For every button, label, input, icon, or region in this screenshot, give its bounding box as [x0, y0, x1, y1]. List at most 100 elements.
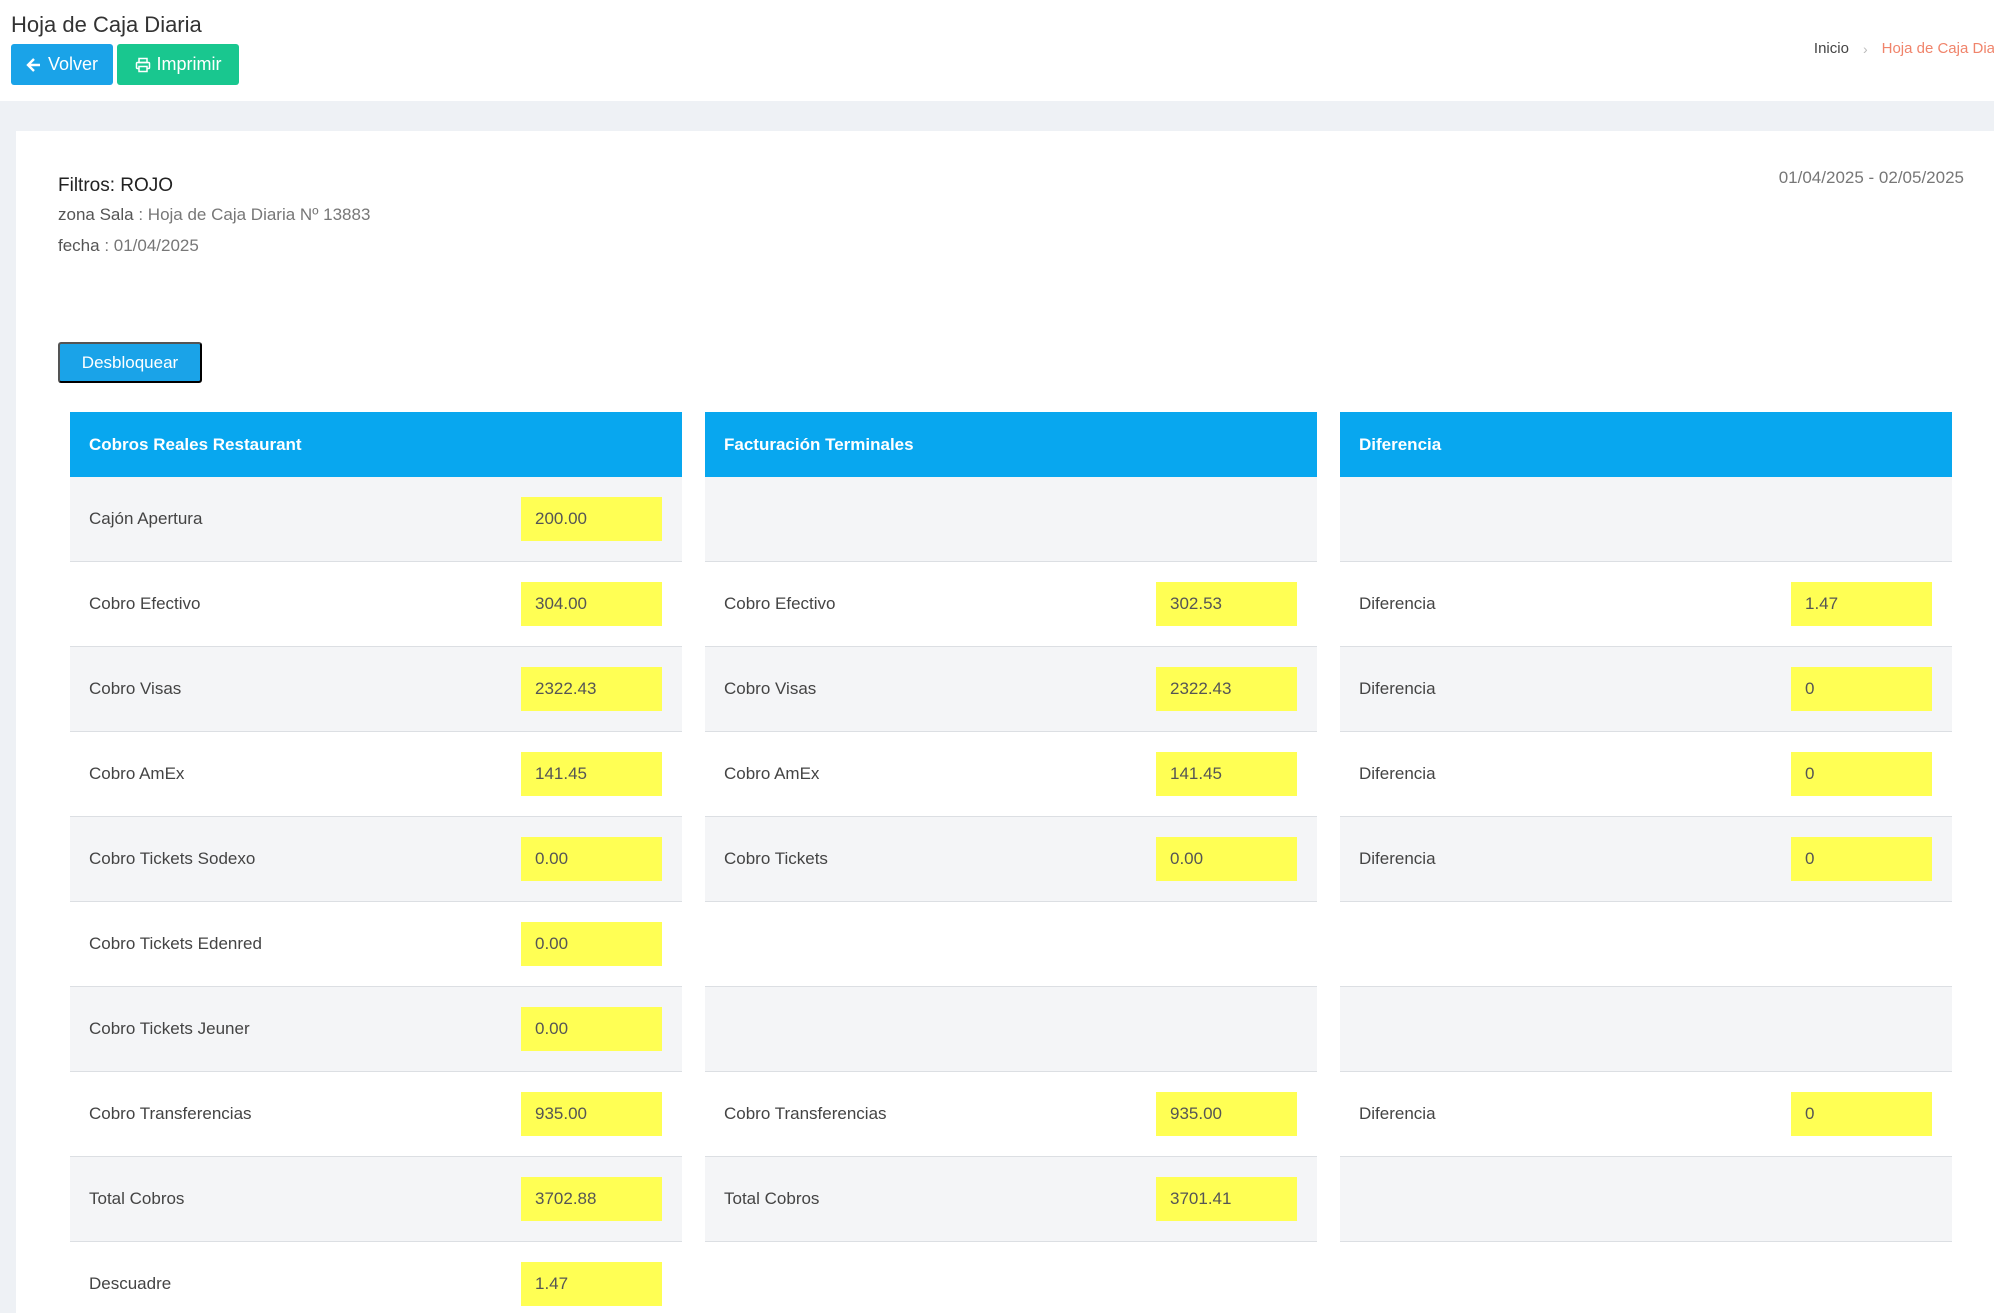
- table-row: Cobro AmEx 141.45: [70, 732, 682, 817]
- row-label: Cobro Tickets Sodexo: [89, 849, 256, 868]
- amount-field[interactable]: 0.00: [1156, 837, 1297, 881]
- breadcrumb-current: Hoja de Caja Diar: [1881, 40, 1994, 57]
- amount-field[interactable]: 0: [1791, 1092, 1932, 1136]
- table-row: [705, 987, 1317, 1072]
- amount-field[interactable]: 141.45: [1156, 752, 1297, 796]
- filters-title: Filtros: ROJO: [58, 175, 174, 196]
- unlock-button[interactable]: Desbloquear: [58, 342, 202, 383]
- print-button-label: Imprimir: [156, 54, 222, 74]
- row-label: Cajón Apertura: [89, 509, 203, 528]
- amount-field[interactable]: 3701.41: [1156, 1177, 1297, 1221]
- row-label: Cobro Visas: [724, 679, 817, 698]
- row-label: Diferencia: [1359, 594, 1436, 613]
- table-row: Diferencia 0: [1340, 647, 1952, 732]
- table-row: Cobro Transferencias 935.00: [705, 1072, 1317, 1157]
- filter-zona: zona Sala : Hoja de Caja Diaria Nº 13883: [58, 205, 370, 225]
- breadcrumb-home-link[interactable]: Inicio: [1814, 40, 1849, 57]
- table-row: Diferencia 0: [1340, 732, 1952, 817]
- arrow-left-icon: [26, 57, 40, 72]
- table-row: Cajón Apertura 200.00: [70, 477, 682, 562]
- table-row: Cobro Visas 2322.43: [70, 647, 682, 732]
- table-row: Diferencia 0: [1340, 1072, 1952, 1157]
- table-row: [1340, 477, 1952, 562]
- panel-header: Cobros Reales Restaurant: [70, 412, 682, 477]
- breadcrumb: Inicio › Hoja de Caja Diar: [1814, 40, 1994, 57]
- date-range: 01/04/2025 - 02/05/2025: [1778, 168, 1964, 187]
- table-row: Cobro AmEx 141.45: [705, 732, 1317, 817]
- printer-icon: [135, 57, 150, 72]
- table-row: [1340, 1157, 1952, 1242]
- amount-field[interactable]: 2322.43: [521, 667, 662, 711]
- amount-field[interactable]: 0.00: [521, 1007, 662, 1051]
- filter-zona-value: : Hoja de Caja Diaria Nº 13883: [133, 205, 371, 224]
- amount-field[interactable]: 0: [1791, 667, 1932, 711]
- amount-field[interactable]: 0: [1791, 837, 1932, 881]
- row-label: Cobro Tickets: [724, 849, 828, 868]
- table-row: Diferencia 1.47: [1340, 562, 1952, 647]
- table-row: Cobro Transferencias 935.00: [70, 1072, 682, 1157]
- row-label: Total Cobros: [724, 1189, 820, 1208]
- amount-field[interactable]: 1.47: [1791, 582, 1932, 626]
- amount-field[interactable]: 0.00: [521, 837, 662, 881]
- amount-field[interactable]: 141.45: [521, 752, 662, 796]
- table-row: Cobro Visas 2322.43: [705, 647, 1317, 732]
- row-label: Cobro Transferencias: [724, 1104, 887, 1123]
- panel-cobros-reales: Cobros Reales Restaurant Cajón Apertura 2…: [70, 412, 682, 1313]
- panel-header: Diferencia: [1340, 412, 1952, 477]
- amount-field[interactable]: 304.00: [521, 582, 662, 626]
- table-row: Cobro Tickets 0.00: [705, 817, 1317, 902]
- row-label: Cobro AmEx: [724, 764, 820, 783]
- filter-fecha-value: : 01/04/2025: [99, 236, 199, 255]
- panel-rows: Cajón Apertura 200.00 Cobro Efectivo 304.00…: [70, 477, 682, 1313]
- panel-header: Facturación Terminales: [705, 412, 1317, 477]
- amount-field[interactable]: 2322.43: [1156, 667, 1297, 711]
- page-title: Hoja de Caja Diaria: [11, 12, 202, 37]
- amount-field[interactable]: 0: [1791, 752, 1932, 796]
- filter-zona-key: zona Sala: [58, 205, 134, 224]
- row-label: Descuadre: [89, 1274, 172, 1293]
- back-button-label: Volver: [47, 54, 99, 74]
- table-row: [1340, 902, 1952, 987]
- table-row: Cobro Tickets Jeuner 0.00: [70, 987, 682, 1072]
- table-row: [1340, 987, 1952, 1072]
- row-label: Cobro Efectivo: [724, 594, 836, 613]
- table-row: Cobro Tickets Edenred 0.00: [70, 902, 682, 987]
- table-row: [705, 477, 1317, 562]
- row-label: Cobro AmEx: [89, 764, 185, 783]
- row-label: Total Cobros: [89, 1189, 185, 1208]
- row-label: Cobro Tickets Jeuner: [89, 1019, 250, 1038]
- panel-rows: Diferencia 1.47 Diferencia 0 Diferencia 0 Dife…: [1340, 477, 1952, 1242]
- amount-field[interactable]: 935.00: [521, 1092, 662, 1136]
- amount-field[interactable]: 200.00: [521, 497, 662, 541]
- top-bar: Hoja de Caja Diaria Volver Imprimir Inic…: [0, 0, 1994, 101]
- panel-facturacion-terminales: Facturación Terminales Cobro Efectivo 302…: [705, 412, 1317, 1242]
- row-label: Diferencia: [1359, 849, 1436, 868]
- table-row: Cobro Efectivo 304.00: [70, 562, 682, 647]
- panel-rows: Cobro Efectivo 302.53 Cobro Visas 2322.43 Co…: [705, 477, 1317, 1242]
- table-row: Cobro Efectivo 302.53: [705, 562, 1317, 647]
- table-row: Total Cobros 3701.41: [705, 1157, 1317, 1242]
- table-row: Diferencia 0: [1340, 817, 1952, 902]
- row-label: Diferencia: [1359, 764, 1436, 783]
- filter-fecha-key: fecha: [58, 236, 100, 255]
- table-row: Descuadre 1.47: [70, 1242, 682, 1313]
- row-label: Cobro Visas: [89, 679, 182, 698]
- print-button[interactable]: Imprimir: [117, 44, 239, 85]
- row-label: Diferencia: [1359, 679, 1436, 698]
- table-row: Cobro Tickets Sodexo 0.00: [70, 817, 682, 902]
- amount-field[interactable]: 302.53: [1156, 582, 1297, 626]
- row-label: Cobro Transferencias: [89, 1104, 252, 1123]
- table-row: [705, 902, 1317, 987]
- amount-field[interactable]: 935.00: [1156, 1092, 1297, 1136]
- filter-fecha: fecha : 01/04/2025: [58, 236, 199, 256]
- back-button[interactable]: Volver: [11, 44, 113, 85]
- row-label: Diferencia: [1359, 1104, 1436, 1123]
- amount-field[interactable]: 0.00: [521, 922, 662, 966]
- amount-field[interactable]: 3702.88: [521, 1177, 662, 1221]
- table-row: Total Cobros 3702.88: [70, 1157, 682, 1242]
- panel-diferencia: Diferencia Diferencia 1.47 Diferencia 0 Dife…: [1340, 412, 1952, 1242]
- chevron-right-icon: ›: [1862, 40, 1868, 57]
- amount-field[interactable]: 1.47: [521, 1262, 662, 1306]
- row-label: Cobro Efectivo: [89, 594, 201, 613]
- row-label: Cobro Tickets Edenred: [89, 934, 262, 953]
